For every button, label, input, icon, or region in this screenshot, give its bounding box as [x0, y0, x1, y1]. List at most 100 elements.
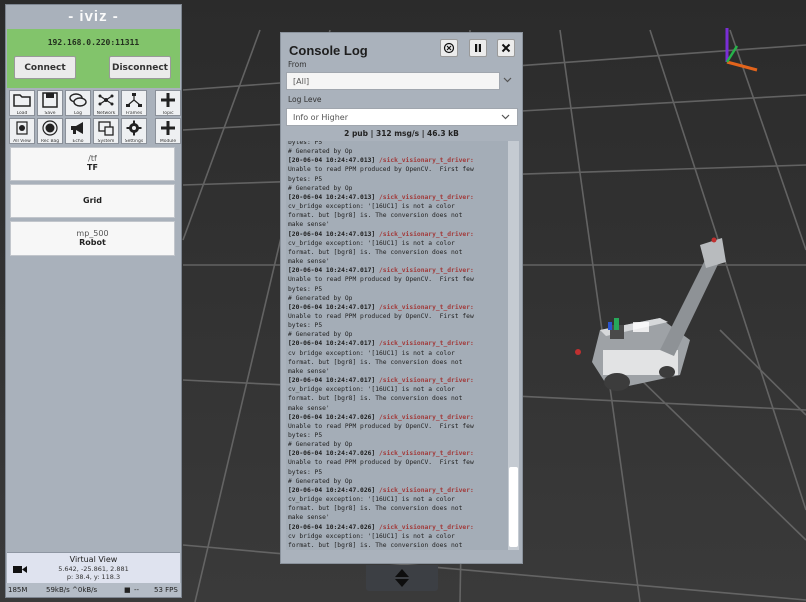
display-item-robot[interactable]: mp_500 Robot: [10, 221, 175, 256]
log-line: # Generated by Op: [288, 184, 498, 193]
gear-icon: [126, 120, 142, 136]
log-timestamp: [20-06-04 10:24:47.026]: [288, 413, 376, 421]
log-line: [20-06-04 10:24:47.017] /sick_visionary_…: [288, 303, 498, 312]
log-source: /sick_visionary_t_driver:: [379, 230, 474, 238]
display-item-grid[interactable]: Grid: [10, 184, 175, 218]
display-type: Robot: [79, 238, 106, 247]
log-line: # Generated by Op: [288, 294, 498, 303]
memory-usage: 185M: [8, 586, 28, 594]
log-message: format. but [bgr8] is. The conversion do…: [288, 541, 463, 549]
log-line: [20-06-04 10:24:47.026] /sick_visionary_…: [288, 449, 498, 458]
log-line: bytes: P5: [288, 285, 498, 294]
log-line: [20-06-04 10:24:47.017] /sick_visionary_…: [288, 266, 498, 275]
log-message: cv bridge exception: '[16UC1] is not a c…: [288, 532, 455, 540]
disconnect-button[interactable]: Disconnect: [109, 56, 171, 79]
display-item-tf[interactable]: /tf TF: [10, 147, 175, 181]
log-line: bytes: P5: [288, 431, 498, 440]
log-line: [20-06-04 10:24:47.013] /sick_visionary_…: [288, 193, 498, 202]
network-button[interactable]: Network: [93, 90, 119, 116]
log-line: format. but [bgr8] is. The conversion do…: [288, 248, 498, 257]
status-bar: 185M 59kB/s ^0kB/s ■ -- 53 FPS: [6, 583, 181, 597]
log-line: cv_bridge exception: '[16UC1] is not a c…: [288, 385, 498, 394]
log-message: # Generated by Op: [288, 331, 353, 339]
log-line: format. but [bgr8] is. The conversion do…: [288, 394, 498, 403]
display-type: Grid: [83, 196, 102, 205]
log-message: format. but [bgr8] is. The conversion do…: [288, 358, 463, 366]
fps-counter: 53 FPS: [154, 586, 178, 594]
add-module-button[interactable]: Module: [155, 118, 181, 144]
up-down-arrows-icon: [395, 569, 409, 587]
all-view-icon: [16, 121, 28, 135]
record-bag-button[interactable]: Rec Bag: [37, 118, 63, 144]
log-message: bytes: P5: [288, 175, 323, 183]
log-message: format. but [bgr8] is. The conversion do…: [288, 395, 463, 403]
close-button[interactable]: [497, 39, 515, 57]
log-message: # Generated by Op: [288, 477, 353, 485]
log-message: Unable to read PPM produced by OpenCV. F…: [288, 312, 474, 320]
virtual-view-angles: p: 38.4, y: 118.3: [66, 573, 121, 581]
save-button[interactable]: Save: [37, 90, 63, 116]
from-select[interactable]: [All]: [286, 72, 500, 90]
frames-button[interactable]: Frames: [121, 90, 147, 116]
status-indicator: ■: [124, 586, 131, 594]
display-name: mp_500: [76, 229, 109, 238]
settings-button[interactable]: Settings: [121, 118, 147, 144]
master-address: 192.168.0.220:11311: [47, 38, 140, 47]
log-line: bytes: P5: [288, 321, 498, 330]
system-button[interactable]: System: [93, 118, 119, 144]
log-scrollbar[interactable]: [508, 141, 519, 550]
add-topic-button[interactable]: Topic: [155, 90, 181, 116]
log-line: cv_bridge exception: '[16UC1] is not a c…: [288, 202, 498, 211]
log-button[interactable]: Log: [65, 90, 91, 116]
log-level-select[interactable]: Info or Higher: [286, 108, 518, 126]
virtual-view-panel[interactable]: Virtual View 5.642, -25.861, 2.881 p: 38…: [7, 552, 180, 584]
log-line: format. but [bgr8] is. The conversion do…: [288, 504, 498, 513]
log-line: # Generated by Op: [288, 330, 498, 339]
app-title: - iviz -: [6, 5, 181, 29]
log-message: Unable to read PPM produced by OpenCV. F…: [288, 276, 474, 284]
console-title: Console Log: [289, 43, 368, 58]
reset-icon: [443, 42, 455, 54]
log-source: /sick_visionary_t_driver:: [379, 193, 474, 201]
log-output[interactable]: bytes: P5 # Generated by Op [20-06-04 10:2…: [286, 141, 519, 550]
log-message: Unable to read PPM produced by OpenCV. F…: [288, 459, 474, 467]
log-lines: bytes: P5 # Generated by Op [20-06-04 10:2…: [288, 141, 498, 550]
log-line: [20-06-04 10:24:47.013] /sick_visionary_…: [288, 230, 498, 239]
log-message: format. but [bgr8] is. The conversion do…: [288, 505, 463, 513]
log-message: cv_bridge exception: '[16UC1] is not a c…: [288, 203, 455, 211]
log-timestamp: [20-06-04 10:24:47.017]: [288, 303, 376, 311]
log-line: [20-06-04 10:24:47.026] /sick_visionary_…: [288, 486, 498, 495]
log-line: # Generated by Op: [288, 477, 498, 486]
log-line: format. but [bgr8] is. The conversion do…: [288, 541, 498, 550]
load-button[interactable]: Load: [9, 90, 35, 116]
log-line: [20-06-04 10:24:47.026] /sick_visionary_…: [288, 413, 498, 422]
virtual-view-coords: 5.642, -25.861, 2.881: [58, 565, 129, 573]
connect-button[interactable]: Connect: [14, 56, 76, 79]
console-log-window[interactable]: Console Log From [All] Log Leve Info or …: [280, 32, 523, 564]
log-message: make sense': [288, 221, 330, 229]
log-message: make sense': [288, 367, 330, 375]
pause-button[interactable]: [469, 39, 487, 57]
network-icon: [98, 94, 114, 106]
log-line: [20-06-04 10:24:47.026] /sick_visionary_…: [288, 523, 498, 532]
log-message: # Generated by Op: [288, 441, 353, 449]
echo-button[interactable]: Echo: [65, 118, 91, 144]
log-source: /sick_visionary_t_driver:: [379, 377, 474, 385]
log-source: /sick_visionary_t_driver:: [379, 267, 474, 275]
log-timestamp: [20-06-04 10:24:47.017]: [288, 377, 376, 385]
log-message: bytes: P5: [288, 432, 323, 439]
log-line: format. but [bgr8] is. The conversion do…: [288, 358, 498, 367]
reset-button[interactable]: [440, 39, 458, 57]
log-line: cv bridge exception: '[16UC1] is not a c…: [288, 532, 498, 541]
log-scroll-thumb[interactable]: [509, 467, 518, 547]
log-message: # Generated by Op: [288, 184, 353, 192]
log-message: make sense': [288, 258, 330, 266]
log-timestamp: [20-06-04 10:24:47.013]: [288, 230, 376, 238]
camera-scroll-handle[interactable]: [366, 565, 438, 591]
log-source: /sick_visionary_t_driver:: [379, 486, 474, 494]
all-view-button[interactable]: All View: [9, 118, 35, 144]
chevron-down-icon[interactable]: [503, 77, 512, 83]
log-source: /sick_visionary_t_driver:: [379, 523, 474, 531]
display-name: /tf: [88, 154, 97, 163]
status-separator: --: [134, 586, 140, 594]
